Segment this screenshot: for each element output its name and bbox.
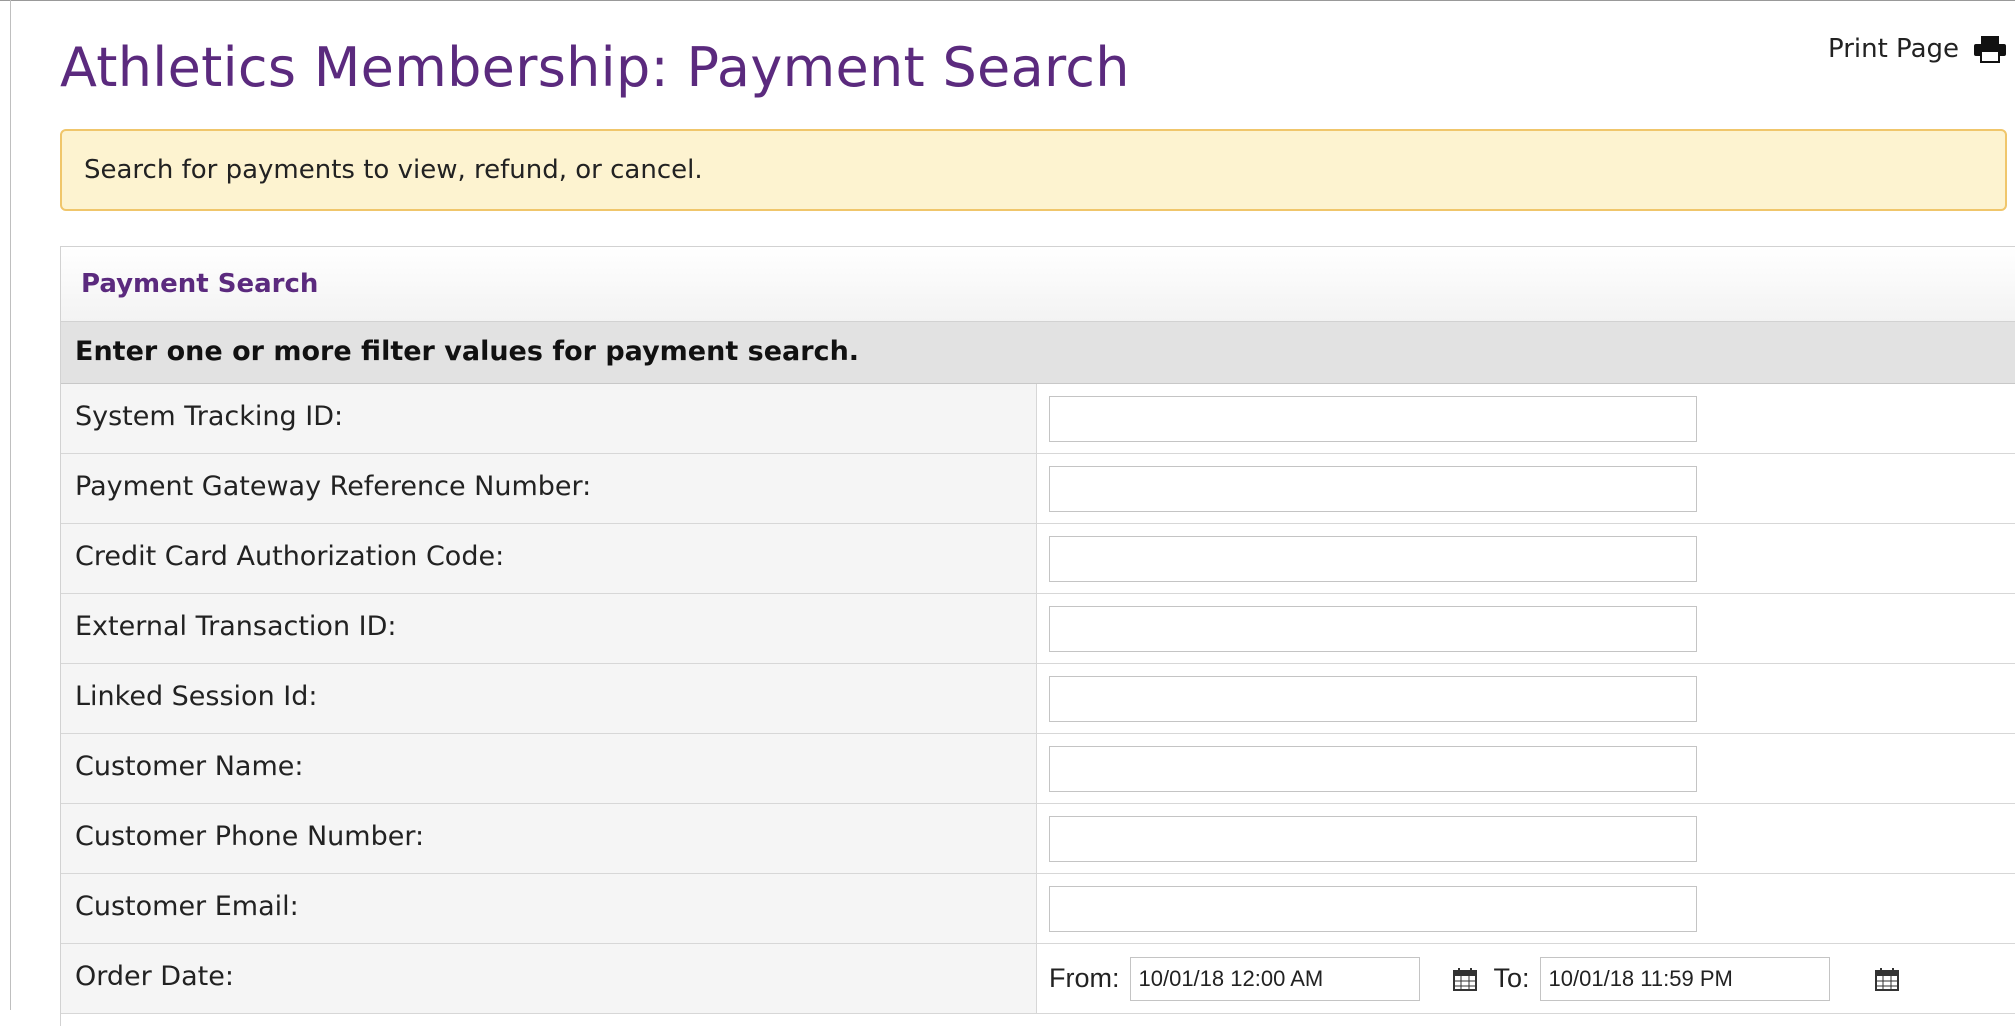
- frame-left-border: [10, 0, 11, 1010]
- field-row-customer-phone: Customer Phone Number:: [61, 804, 2015, 874]
- field-row-system-tracking-id: System Tracking ID:: [61, 384, 2015, 454]
- field-row-gateway-reference: Payment Gateway Reference Number:: [61, 454, 2015, 524]
- calendar-icon[interactable]: [1452, 966, 1478, 992]
- customer-name-input[interactable]: [1049, 746, 1697, 792]
- field-row-external-transaction-id: External Transaction ID:: [61, 594, 2015, 664]
- field-label: System Tracking ID:: [61, 384, 1037, 453]
- field-row-auth-code: Credit Card Authorization Code:: [61, 524, 2015, 594]
- order-date-to-input[interactable]: [1539, 956, 1830, 1001]
- field-label: Customer Email:: [61, 874, 1037, 943]
- order-date-to-label: To:: [1493, 963, 1530, 993]
- field-row-customer-name: Customer Name:: [61, 734, 2015, 804]
- field-row-order-date: Order Date: From: To:: [61, 944, 2015, 1014]
- system-tracking-id-input[interactable]: [1049, 396, 1697, 442]
- field-row-linked-session-id: Linked Session Id:: [61, 664, 2015, 734]
- field-label: Payment Gateway Reference Number:: [61, 454, 1037, 523]
- order-date-from-label: From:: [1049, 963, 1120, 993]
- frame-top-border: [0, 0, 2015, 1]
- field-label: Linked Session Id:: [61, 664, 1037, 733]
- field-row-customer-email: Customer Email:: [61, 874, 2015, 944]
- alert-text: Search for payments to view, refund, or …: [84, 155, 703, 185]
- panel-header: Payment Search: [61, 247, 2015, 322]
- customer-email-input[interactable]: [1049, 886, 1697, 932]
- field-label: Order Date:: [61, 944, 1037, 1013]
- field-label: Credit Card Authorization Code:: [61, 524, 1037, 593]
- print-page-label: Print Page: [1827, 34, 1959, 64]
- printer-icon: [1974, 36, 2006, 63]
- customer-phone-input[interactable]: [1049, 816, 1697, 862]
- order-date-from-input[interactable]: [1129, 956, 1420, 1001]
- payment-search-panel: Payment Search Enter one or more filter …: [60, 246, 2015, 1026]
- panel-instructions: Enter one or more filter values for paym…: [61, 322, 2015, 384]
- field-label: Customer Name:: [61, 734, 1037, 803]
- info-alert: Search for payments to view, refund, or …: [60, 129, 2007, 211]
- field-label: Customer Phone Number:: [61, 804, 1037, 873]
- page-title: Athletics Membership: Payment Search: [60, 36, 1130, 99]
- linked-session-id-input[interactable]: [1049, 676, 1697, 722]
- external-transaction-id-input[interactable]: [1049, 606, 1697, 652]
- gateway-reference-input[interactable]: [1049, 466, 1697, 512]
- field-label: External Transaction ID:: [61, 594, 1037, 663]
- auth-code-input[interactable]: [1049, 536, 1697, 582]
- calendar-icon[interactable]: [1874, 966, 1900, 992]
- print-page-link[interactable]: Print Page: [1828, 34, 2007, 64]
